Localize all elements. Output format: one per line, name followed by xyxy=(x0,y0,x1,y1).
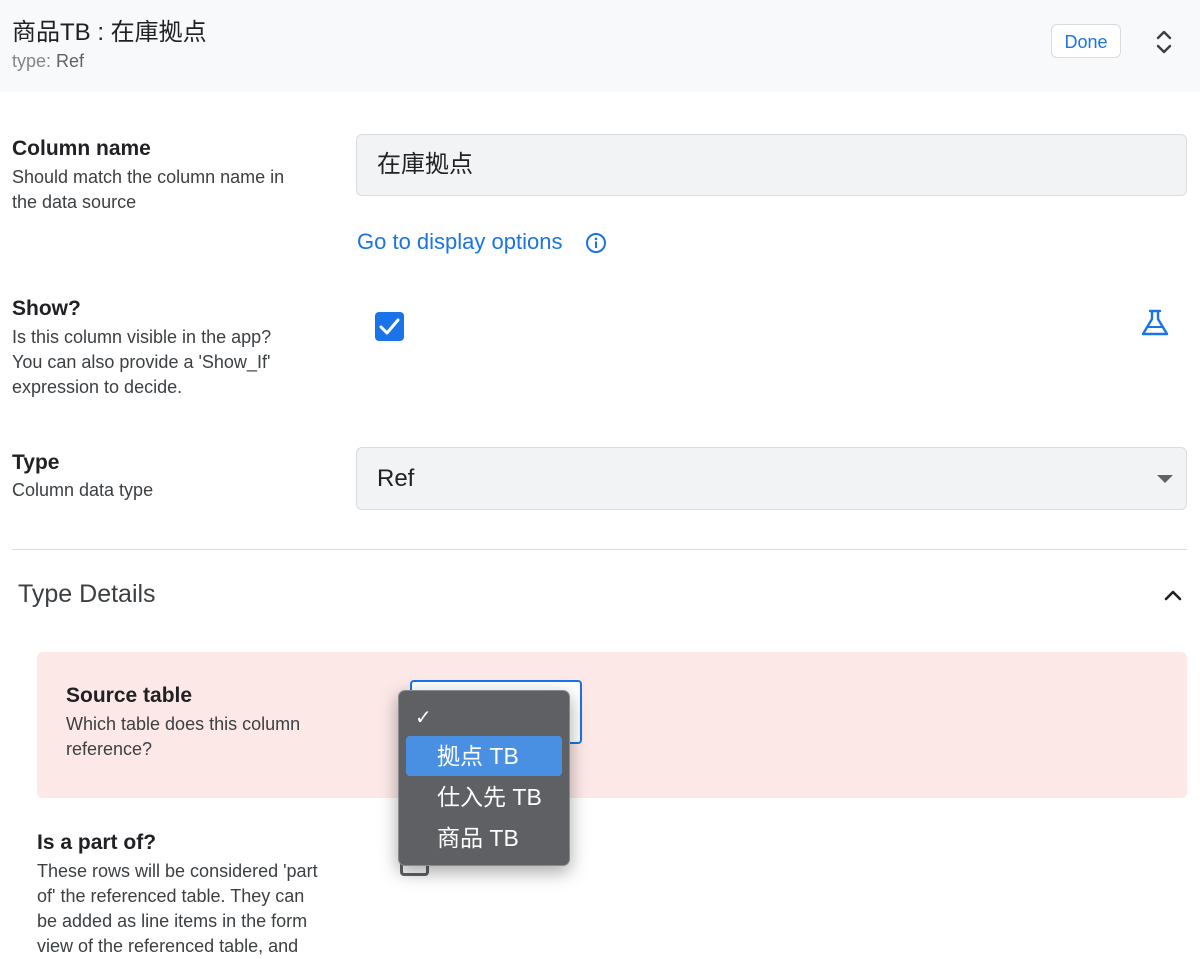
dropdown-option[interactable]: 拠点 TB xyxy=(406,736,562,776)
type-select[interactable]: Ref xyxy=(356,447,1187,510)
column-name-label: Column name xyxy=(12,137,151,160)
type-label-title: Type xyxy=(12,451,60,474)
editor-header: 商品TB : 在庫拠点 type: Ref Done xyxy=(0,0,1200,92)
source-table-label: Source table xyxy=(66,684,193,707)
chevron-up-icon[interactable] xyxy=(1162,586,1184,604)
dropdown-option[interactable]: 商品 TB xyxy=(406,818,562,858)
dropdown-option[interactable]: 仕入先 TB xyxy=(406,777,562,817)
display-options-link[interactable]: Go to display options xyxy=(357,229,562,255)
flask-icon[interactable] xyxy=(1139,308,1171,338)
is-part-of-desc-4: view of the referenced table, and xyxy=(37,936,299,956)
divider xyxy=(12,549,1187,550)
selected-check-icon: ✓ xyxy=(415,707,432,729)
show-checkbox[interactable] xyxy=(375,312,404,341)
column-name-desc-1: Should match the column name in xyxy=(12,167,285,187)
source-table-desc-1: Which table does this column xyxy=(66,714,301,734)
column-title: 商品TB : 在庫拠点 xyxy=(12,19,207,46)
is-part-of-desc-3: be added as line items in the form xyxy=(37,911,308,931)
expand-collapse-icon[interactable] xyxy=(1152,28,1176,56)
show-desc-2: You can also provide a 'Show_If' xyxy=(12,352,271,372)
info-icon[interactable] xyxy=(585,232,607,254)
column-name-desc-2: the data source xyxy=(12,192,137,212)
column-name-input[interactable]: 在庫拠点 xyxy=(356,134,1187,196)
show-desc-1: Is this column visible in the app? xyxy=(12,327,272,347)
type-details-heading: Type Details xyxy=(18,580,156,608)
type-desc: Column data type xyxy=(12,480,154,500)
source-table-dropdown-menu: ✓ 拠点 TB 仕入先 TB 商品 TB xyxy=(398,690,570,866)
checkmark-icon xyxy=(379,318,400,335)
column-type-subtitle: type: Ref xyxy=(12,51,84,72)
type-value: Ref xyxy=(56,51,85,71)
is-part-of-desc-2: of' the referenced table. They can xyxy=(37,886,305,906)
chevron-down-icon[interactable] xyxy=(1157,475,1173,483)
source-table-desc-2: reference? xyxy=(66,739,153,759)
done-button[interactable]: Done xyxy=(1051,24,1121,58)
show-desc-3: expression to decide. xyxy=(12,377,183,397)
is-part-of-label: Is a part of? xyxy=(37,831,157,854)
is-part-of-desc-1: These rows will be considered 'part xyxy=(37,861,318,881)
type-label: type: xyxy=(12,51,52,71)
show-label: Show? xyxy=(12,297,81,320)
